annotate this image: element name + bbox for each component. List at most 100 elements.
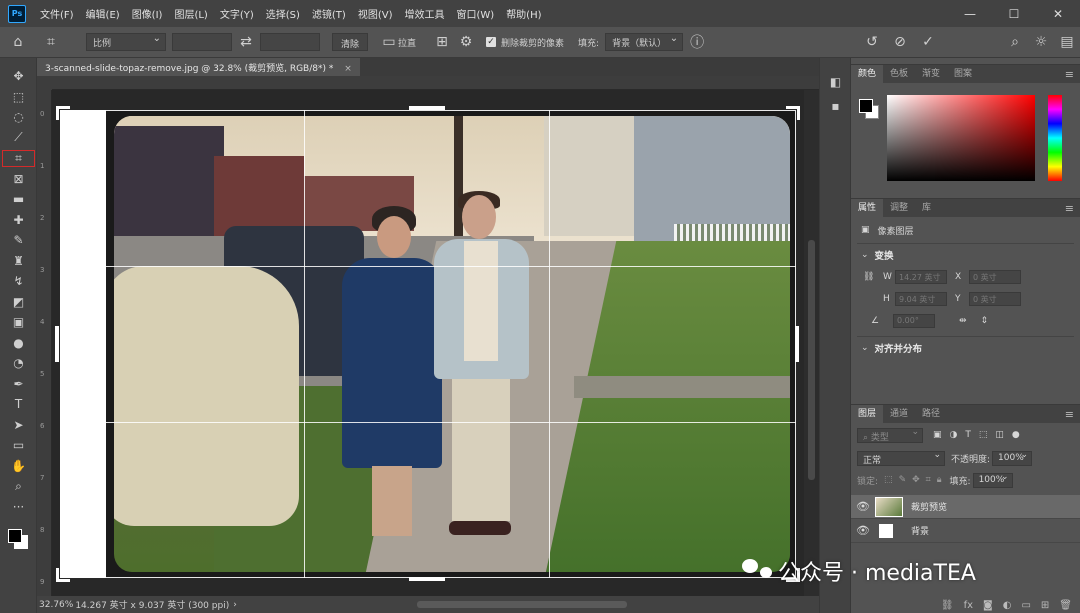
zoom-level[interactable]: 32.76% <box>39 600 73 610</box>
angle-field[interactable]: 0.00° <box>893 314 935 328</box>
horizontal-scroll-thumb[interactable] <box>417 601 627 608</box>
lock-all-icon[interactable]: 🔒︎ <box>937 475 942 485</box>
clone-stamp-tool-icon[interactable]: ♜ <box>0 251 37 272</box>
vertical-scrollbar[interactable] <box>804 90 819 596</box>
filter-adjustment-icon[interactable]: ◑ <box>950 430 958 440</box>
filter-type-icon[interactable]: T <box>965 430 971 440</box>
vertical-ruler[interactable]: 0 1 2 3 4 5 6 7 8 9 <box>37 90 52 596</box>
eraser-tool-icon[interactable]: ◩ <box>0 292 37 313</box>
fx-icon[interactable]: fx <box>964 600 973 611</box>
panel-menu-icon[interactable]: ≡ <box>1065 68 1074 81</box>
document-tab-close-icon[interactable]: × <box>344 64 352 74</box>
dodge-tool-icon[interactable]: ◔ <box>0 353 37 374</box>
quick-select-tool-icon[interactable]: ⟋ <box>0 128 37 149</box>
crop-handle-bottom[interactable] <box>409 577 445 581</box>
layer-row-background[interactable]: 👁︎ 背景 <box>851 519 1080 543</box>
crop-tool-icon[interactable]: ⌗ <box>0 148 37 169</box>
history-brush-tool-icon[interactable]: ↯ <box>0 271 37 292</box>
height-field[interactable]: 9.04 英寸 <box>895 292 947 306</box>
link-icon[interactable]: ⛓ <box>941 600 954 611</box>
menu-item[interactable]: 帮助(H) <box>500 6 547 21</box>
tab-patterns[interactable]: 图案 <box>947 65 979 83</box>
tab-swatches[interactable]: 色板 <box>883 65 915 83</box>
delete-icon[interactable]: 🗑︎ <box>1059 600 1072 611</box>
overlay-grid-icon[interactable]: ⊞ <box>430 34 454 50</box>
tab-gradients[interactable]: 渐变 <box>915 65 947 83</box>
vertical-scroll-thumb[interactable] <box>808 240 815 480</box>
crop-bounding-box[interactable] <box>60 110 796 578</box>
eye-icon[interactable]: 👁︎ <box>851 524 875 537</box>
flip-horizontal-icon[interactable]: ⇹ <box>959 316 967 326</box>
width-field[interactable]: 14.27 英寸 <box>895 270 947 284</box>
crop-handle-bottom-left[interactable] <box>56 568 70 582</box>
blend-mode-select[interactable]: 正常 <box>857 450 945 466</box>
tab-layers[interactable]: 图层 <box>851 405 884 423</box>
menu-item[interactable]: 窗口(W) <box>450 6 500 21</box>
menu-item[interactable]: 选择(S) <box>260 6 306 21</box>
cancel-icon[interactable]: ⊘ <box>886 34 914 50</box>
straighten-label[interactable]: 拉直 <box>398 36 416 49</box>
home-icon[interactable]: ⌂ <box>0 34 36 50</box>
adjustment-icon[interactable]: ◐ <box>1003 600 1012 611</box>
foreground-color-swatch[interactable] <box>8 529 22 543</box>
menu-item[interactable]: 图层(L) <box>168 6 213 21</box>
search-icon[interactable]: ⌕ <box>1002 34 1028 50</box>
hand-tool-icon[interactable]: ✋ <box>0 456 37 477</box>
layer-name[interactable]: 背景 <box>911 524 929 537</box>
transform-header[interactable]: ⌄ 变换 <box>851 244 1080 266</box>
filter-smart-object-icon[interactable]: ◫ <box>995 430 1004 440</box>
flip-vertical-icon[interactable]: ⇕ <box>981 316 989 326</box>
maximize-button[interactable]: ☐ <box>992 0 1036 27</box>
menu-item[interactable]: 增效工具 <box>398 6 450 21</box>
settings-gear-icon[interactable]: ⚙ <box>454 34 478 50</box>
tab-channels[interactable]: 通道 <box>883 405 915 423</box>
foreground-color-swatch[interactable] <box>859 99 873 113</box>
crop-handle-top-left[interactable] <box>56 106 70 120</box>
panel-menu-icon[interactable]: ≡ <box>1065 202 1074 215</box>
brush-tool-icon[interactable]: ✎ <box>0 230 37 251</box>
swap-icon[interactable]: ⇄ <box>232 34 260 50</box>
minimize-button[interactable]: — <box>948 0 992 27</box>
edit-toolbar-icon[interactable]: ··· <box>0 497 37 518</box>
opacity-field[interactable]: 100% <box>992 450 1033 466</box>
fill-field[interactable]: 100% <box>972 472 1013 488</box>
lock-position-icon[interactable]: ✥ <box>912 475 920 485</box>
ruler-origin[interactable] <box>37 76 52 90</box>
delete-cropped-checkbox[interactable]: ✓ <box>486 37 497 47</box>
straighten-icon[interactable]: ▭ <box>380 34 398 50</box>
crop-handle-top[interactable] <box>409 106 445 110</box>
filter-pixel-icon[interactable]: ▣ <box>933 430 942 440</box>
link-proportions-icon[interactable]: ⛓ <box>863 272 883 282</box>
document-tab[interactable]: 3-scanned-slide-topaz-remove.jpg @ 32.8%… <box>37 58 360 76</box>
layer-name[interactable]: 裁剪预览 <box>911 500 947 513</box>
info-icon[interactable]: ⓘ <box>683 32 711 52</box>
status-menu-arrow[interactable]: › <box>233 600 237 610</box>
group-icon[interactable]: ▭ <box>1021 600 1030 611</box>
discover-bulb-icon[interactable]: ☼ <box>1028 34 1054 50</box>
filter-shape-icon[interactable]: ⬚ <box>979 430 988 440</box>
type-tool-icon[interactable]: T <box>0 394 37 415</box>
align-header[interactable]: ⌄ 对齐并分布 <box>851 337 1080 359</box>
lock-transparent-icon[interactable]: ⬚ <box>884 475 893 485</box>
eye-icon[interactable]: 👁︎ <box>851 500 875 513</box>
crop-handle-top-right[interactable] <box>786 106 800 120</box>
menu-item[interactable]: 视图(V) <box>352 6 399 21</box>
tab-color[interactable]: 颜色 <box>851 65 884 83</box>
history-icon[interactable]: ◧ <box>820 70 851 94</box>
fill-select[interactable]: 背景（默认） <box>605 33 684 51</box>
lock-artboard-icon[interactable]: ⌗ <box>926 475 931 485</box>
menu-item[interactable]: 滤镜(T) <box>306 6 352 21</box>
tab-paths[interactable]: 路径 <box>915 405 947 423</box>
tab-libraries[interactable]: 库 <box>915 199 938 217</box>
menu-item[interactable]: 编辑(E) <box>80 6 126 21</box>
menu-item[interactable]: 图像(I) <box>126 6 169 21</box>
layer-row-crop-preview[interactable]: 👁︎ 裁剪预览 <box>851 495 1080 519</box>
new-layer-icon[interactable]: ⊞ <box>1041 600 1049 611</box>
color-field-picker[interactable] <box>887 95 1035 181</box>
horizontal-ruler[interactable] <box>52 76 819 90</box>
crop-handle-right[interactable] <box>795 326 799 362</box>
x-field[interactable]: 0 英寸 <box>969 270 1021 284</box>
zoom-tool-icon[interactable]: ⌕ <box>0 476 37 497</box>
menu-item[interactable]: 文字(Y) <box>214 6 260 21</box>
clear-button[interactable]: 清除 <box>332 33 369 51</box>
